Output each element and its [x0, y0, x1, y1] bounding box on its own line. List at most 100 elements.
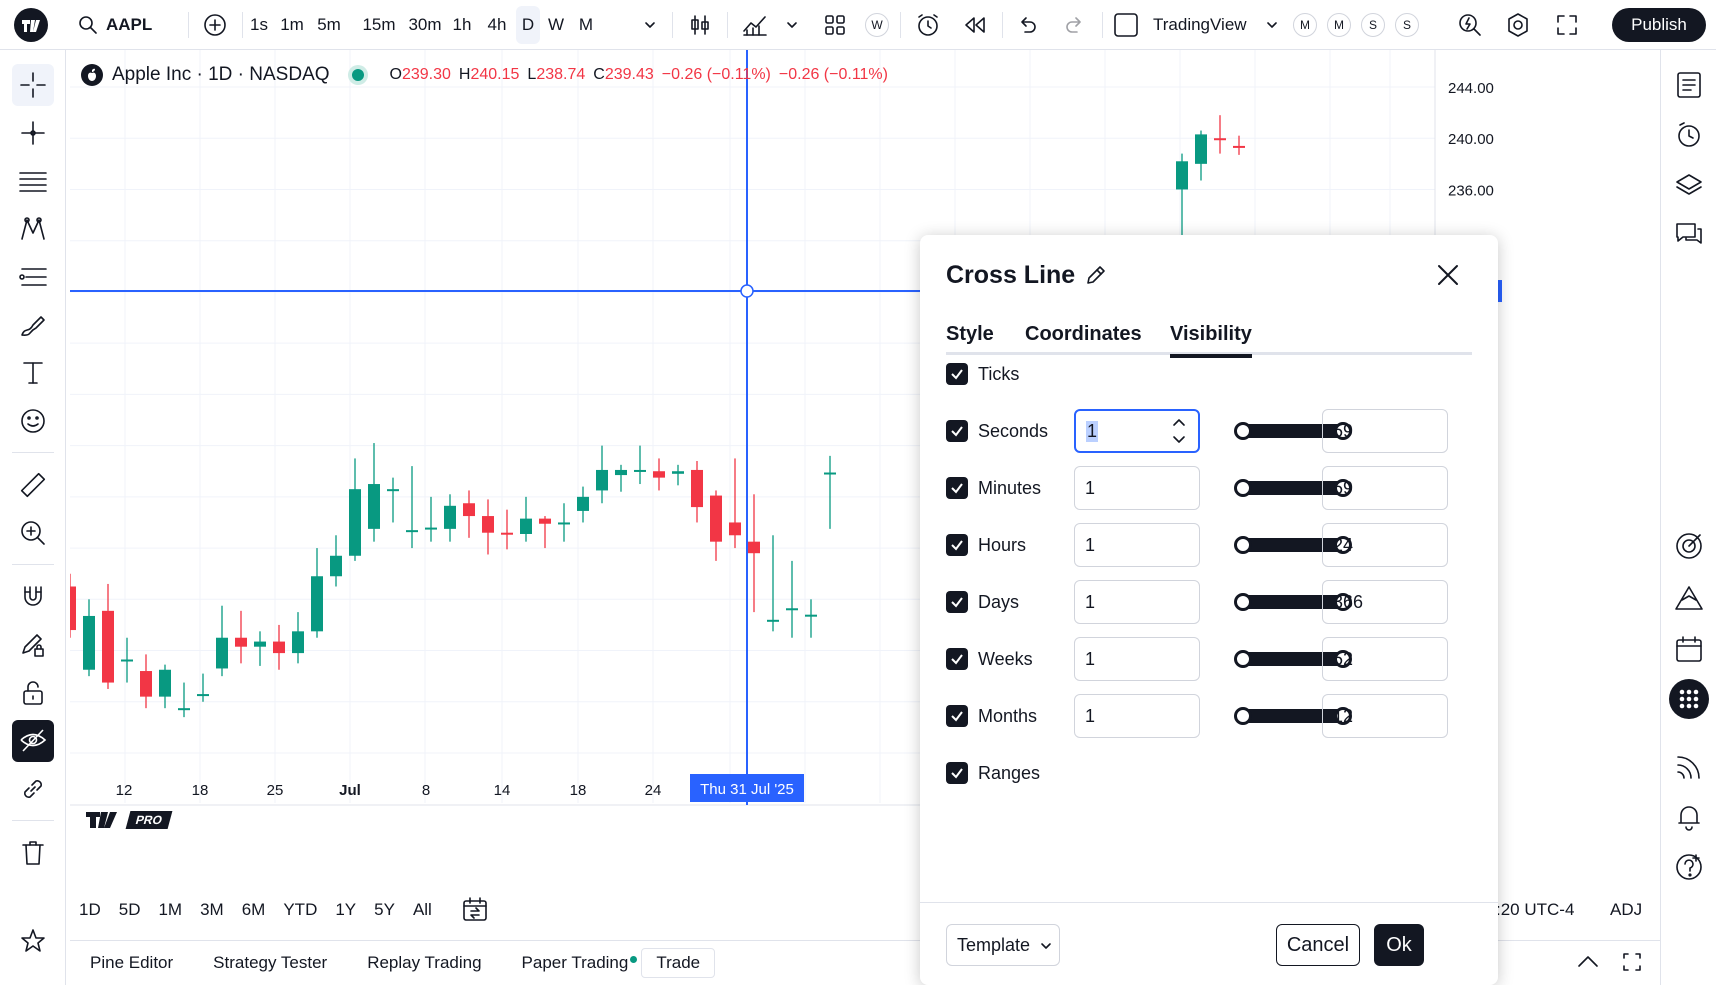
- interval-dropdown[interactable]: [640, 0, 660, 50]
- tab-style[interactable]: Style: [946, 323, 994, 355]
- candle[interactable]: [767, 535, 779, 632]
- candle[interactable]: [672, 464, 684, 486]
- watchlist-badge[interactable]: W: [864, 0, 890, 50]
- candle[interactable]: [368, 443, 380, 542]
- days-checkbox[interactable]: [946, 591, 968, 613]
- undo-button[interactable]: [1012, 0, 1042, 50]
- minutes-checkbox[interactable]: [946, 477, 968, 499]
- hours-checkbox[interactable]: [946, 534, 968, 556]
- candle[interactable]: [748, 494, 760, 613]
- days-from-input[interactable]: 1: [1074, 580, 1200, 624]
- redo-button[interactable]: [1060, 0, 1090, 50]
- candle[interactable]: [710, 490, 722, 561]
- legend-title[interactable]: Apple Inc · 1D · NASDAQ: [112, 64, 330, 86]
- close-dialog-button[interactable]: [1436, 263, 1460, 292]
- candle[interactable]: [121, 637, 133, 683]
- quick-search-button[interactable]: [1455, 0, 1485, 50]
- months-to-input[interactable]: 12: [1322, 694, 1448, 738]
- candle[interactable]: [577, 486, 589, 523]
- brush-tool[interactable]: [12, 304, 54, 346]
- candle[interactable]: [349, 458, 361, 561]
- range-all[interactable]: All: [404, 900, 441, 920]
- candle[interactable]: [406, 466, 418, 549]
- magnet-tool[interactable]: [12, 576, 54, 618]
- signals-button[interactable]: [1668, 746, 1710, 788]
- date-range-button[interactable]: [462, 896, 488, 927]
- weeks-from-input[interactable]: 1: [1074, 637, 1200, 681]
- chart-type-button[interactable]: [685, 0, 715, 50]
- candle[interactable]: [425, 496, 437, 542]
- candle[interactable]: [140, 654, 152, 709]
- pattern-tool[interactable]: [12, 208, 54, 250]
- favorites-tool[interactable]: [12, 920, 54, 962]
- interval-m[interactable]: M: [574, 0, 598, 50]
- layout-menu[interactable]: TradingView: [1113, 0, 1273, 50]
- products-button[interactable]: [1668, 678, 1710, 720]
- candle[interactable]: [216, 605, 228, 677]
- range-5d[interactable]: 5D: [110, 900, 150, 920]
- market-status-dot[interactable]: [351, 69, 364, 81]
- cancel-button[interactable]: Cancel: [1276, 924, 1360, 966]
- seconds-checkbox[interactable]: [946, 420, 968, 442]
- ok-button[interactable]: Ok: [1374, 924, 1424, 966]
- ticks-checkbox[interactable]: [946, 363, 968, 385]
- tab-coordinates[interactable]: Coordinates: [1025, 323, 1142, 355]
- minutes-to-input[interactable]: 59: [1322, 466, 1448, 510]
- interval-w[interactable]: W: [544, 0, 568, 50]
- indicator-badge[interactable]: M: [1326, 0, 1352, 50]
- days-to-input[interactable]: 366: [1322, 580, 1448, 624]
- indicator-badge[interactable]: S: [1394, 0, 1420, 50]
- alerts-button[interactable]: [1668, 114, 1710, 156]
- lock-drawings-tool[interactable]: [12, 672, 54, 714]
- indicators-dropdown[interactable]: [782, 0, 802, 50]
- maximize-panel-button[interactable]: [1620, 950, 1644, 979]
- candle[interactable]: [311, 548, 323, 638]
- candle[interactable]: [83, 599, 95, 677]
- chats-button[interactable]: [1668, 214, 1710, 256]
- range-1m[interactable]: 1M: [149, 900, 191, 920]
- measure-tool[interactable]: [12, 464, 54, 506]
- slider-min-handle[interactable]: [1234, 650, 1252, 668]
- adjust-label[interactable]: ADJ: [1610, 900, 1642, 920]
- candle[interactable]: [596, 445, 608, 504]
- notifications-button[interactable]: [1668, 796, 1710, 838]
- bottom-tab-trade[interactable]: Trade: [641, 948, 716, 978]
- publish-button[interactable]: Publish: [1612, 8, 1706, 42]
- seconds-from-input[interactable]: 1: [1074, 409, 1200, 453]
- candle[interactable]: [178, 682, 190, 718]
- candle[interactable]: [70, 573, 76, 638]
- interval-1s[interactable]: 1s: [242, 0, 276, 50]
- link-tool[interactable]: [12, 768, 54, 810]
- bottom-tab-replay-trading[interactable]: Replay Trading: [367, 953, 481, 973]
- candle[interactable]: [501, 509, 513, 550]
- weeks-checkbox[interactable]: [946, 648, 968, 670]
- stepper-icon[interactable]: [1172, 417, 1186, 445]
- candle[interactable]: [558, 503, 570, 542]
- crosshair-tool[interactable]: [12, 64, 54, 106]
- candle[interactable]: [520, 496, 532, 542]
- timezone-label[interactable]: :20 UTC-4: [1496, 900, 1574, 920]
- replay-button[interactable]: [960, 0, 990, 50]
- rename-button[interactable]: [1084, 263, 1108, 292]
- seconds-to-input[interactable]: 59: [1322, 409, 1448, 453]
- watchlist-button[interactable]: [1668, 64, 1710, 106]
- alert-button[interactable]: [912, 0, 944, 50]
- candle[interactable]: [463, 490, 475, 538]
- candle[interactable]: [387, 477, 399, 523]
- interval-15m[interactable]: 15m: [357, 0, 401, 50]
- bottom-tab-paper-trading[interactable]: Paper Trading: [522, 953, 629, 973]
- hours-to-input[interactable]: 24: [1322, 523, 1448, 567]
- slider-min-handle[interactable]: [1234, 536, 1252, 554]
- candle[interactable]: [824, 455, 836, 529]
- stay-in-drawing-tool[interactable]: [12, 624, 54, 666]
- interval-1h[interactable]: 1h: [445, 0, 479, 50]
- trend-line-tool[interactable]: [12, 112, 54, 154]
- calendar-button[interactable]: [1668, 628, 1710, 670]
- candle[interactable]: [482, 499, 494, 555]
- compare-symbol-button[interactable]: [200, 0, 230, 50]
- candle[interactable]: [1176, 153, 1188, 241]
- interval-5m[interactable]: 5m: [312, 0, 346, 50]
- fullscreen-button[interactable]: [1552, 0, 1582, 50]
- indicators-button[interactable]: [740, 0, 770, 50]
- candle[interactable]: [691, 460, 703, 523]
